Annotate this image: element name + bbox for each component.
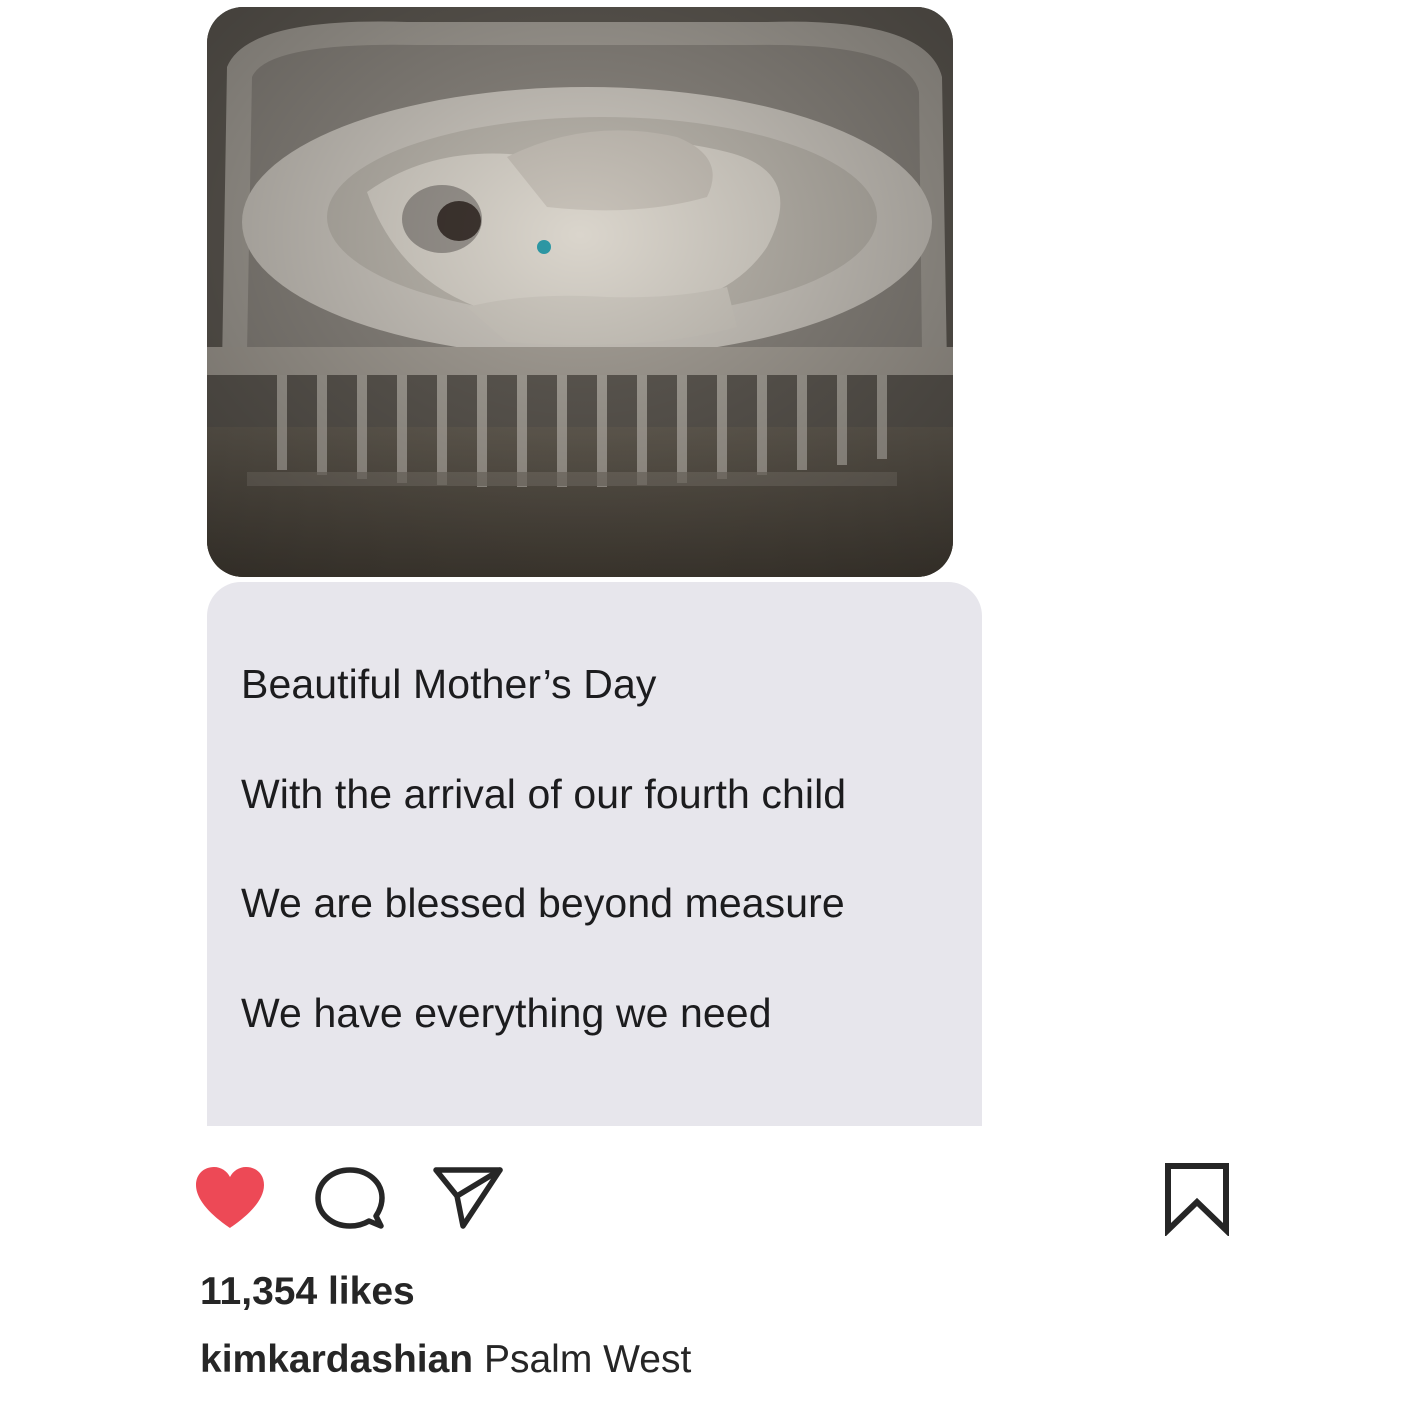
- post-caption: kimkardashian Psalm West: [200, 1338, 691, 1382]
- save-button[interactable]: [1162, 1160, 1232, 1236]
- bookmark-icon: [1165, 1163, 1229, 1236]
- post-photo[interactable]: [207, 7, 953, 577]
- message-line: We have everything we need: [241, 990, 772, 1036]
- likes-count[interactable]: 11,354 likes: [200, 1270, 415, 1314]
- comment-button[interactable]: [314, 1166, 386, 1232]
- comment-icon: [315, 1167, 385, 1229]
- message-line: We are blessed beyond measure: [241, 880, 845, 926]
- heart-icon: [196, 1167, 264, 1228]
- share-button[interactable]: [431, 1164, 505, 1230]
- message-line: Beautiful Mother’s Day: [241, 661, 657, 707]
- crib-photo-image: [207, 7, 953, 577]
- caption-text: Psalm West: [483, 1338, 692, 1381]
- message-line: With the arrival of our fourth child: [241, 771, 847, 817]
- message-bubble: Beautiful Mother’s Day With the arrival …: [207, 582, 982, 1126]
- like-button[interactable]: [192, 1164, 268, 1232]
- caption-username[interactable]: kimkardashian: [200, 1338, 473, 1381]
- paper-plane-icon: [433, 1167, 503, 1229]
